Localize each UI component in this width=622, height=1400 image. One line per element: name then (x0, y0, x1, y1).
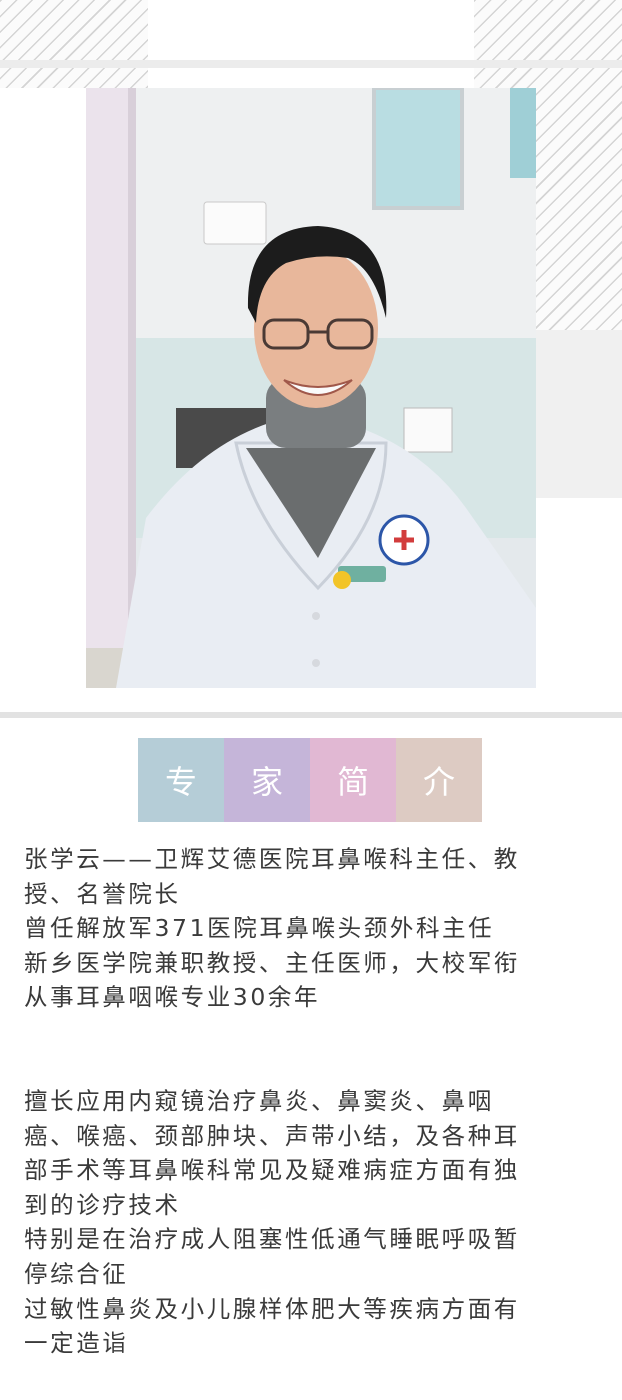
intro-line: 授、名誉院长 (24, 879, 181, 908)
intro-line: 新乡医学院兼职教授、主任医师，大校军衔 (24, 948, 520, 977)
section-title-char-1: 专 (138, 738, 224, 822)
specialty-line: 停综合征 (24, 1259, 129, 1288)
intro-line: 张学云——卫辉艾德医院耳鼻喉科主任、教 (24, 845, 520, 873)
specialty-line: 过敏性鼻炎及小儿腺样体肥大等疾病方面有 (24, 1294, 520, 1323)
specialty-line: 擅长应用内窥镜治疗鼻炎、鼻窦炎、鼻咽 (24, 1086, 494, 1115)
decorative-band-top (0, 60, 622, 68)
section-title-char-3: 简 (310, 738, 396, 822)
intro-line: 从事耳鼻咽喉专业30余年 (24, 983, 321, 1012)
section-title-char-2: 家 (224, 738, 310, 822)
section-divider (0, 712, 622, 718)
specialty-line: 一定造诣 (24, 1329, 129, 1358)
doctor-portrait-illustration (86, 88, 536, 688)
specialty-line: 到的诊疗技术 (24, 1190, 181, 1219)
decorative-block-right (536, 330, 622, 498)
decorative-stripes-top-left (0, 0, 148, 88)
specialty-line: 部手术等耳鼻喉科常见及疑难病症方面有独 (24, 1156, 520, 1185)
section-title-char-4: 介 (396, 738, 482, 822)
doctor-photo (86, 88, 536, 688)
section-title: 专 家 简 介 (138, 738, 482, 822)
specialty-line: 特别是在治疗成人阻塞性低通气睡眠呼吸暂 (24, 1225, 520, 1254)
intro-line: 曾任解放军371医院耳鼻喉头颈外科主任 (24, 914, 495, 943)
expert-intro-text: 张学云——卫辉艾德医院耳鼻喉科主任、教 授、名誉院长 曾任解放军371医院耳鼻喉… (24, 842, 604, 1361)
specialty-line: 癌、喉癌、颈部肿块、声带小结，及各种耳 (24, 1121, 520, 1150)
